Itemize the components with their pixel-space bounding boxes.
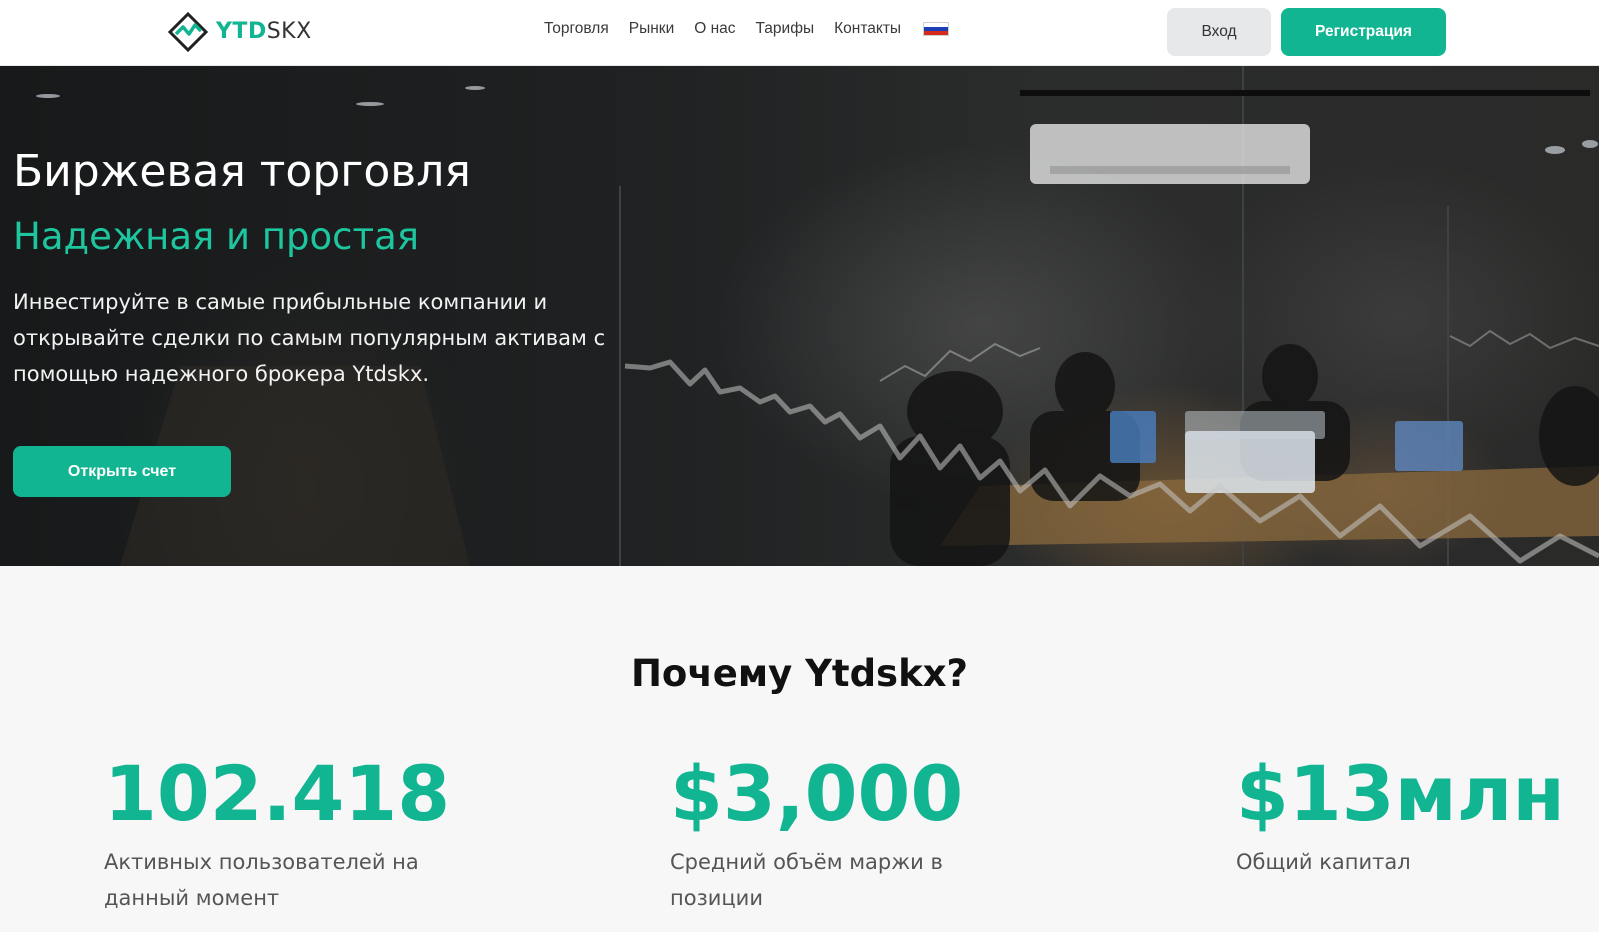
stat-value: $13млн [1236,749,1565,838]
logo-mark-icon [168,12,208,52]
why-section-title: Почему Ytdskx? [630,652,969,695]
stat-total-capital: $13млн Общий капитал [1236,752,1576,880]
hero-text-block: Биржевая торговля Надежная и простая Инв… [13,146,653,392]
stat-label: Средний объём маржи в позиции [670,850,943,910]
russia-flag-icon[interactable] [923,22,950,36]
nav-item-trading[interactable]: Торговля [544,20,609,38]
register-button[interactable]: Регистрация [1281,8,1446,56]
stat-average-margin: $3,000 Средний объём маржи в позиции [670,752,1070,916]
main-nav: Торговля Рынки О нас Тарифы Контакты [544,20,950,38]
stat-value: 102.418 [104,749,451,838]
login-button[interactable]: Вход [1167,8,1271,56]
brand-name: YTDSKX [216,19,312,44]
header: YTDSKX Торговля Рынки О нас Тарифы Конта… [0,0,1599,66]
hero-title: Биржевая торговля [13,146,471,197]
brand-logo[interactable]: YTDSKX [168,10,312,54]
hero-description: Инвестируйте в самые прибыльные компании… [13,290,606,386]
stat-active-users: 102.418 Активных пользователей на данный… [104,752,504,916]
stat-label: Активных пользователей на данный момент [104,850,419,910]
hero-subtitle: Надежная и простая [13,215,420,258]
stat-value: $3,000 [670,749,964,838]
stat-label: Общий капитал [1236,850,1411,874]
hero-section: Биржевая торговля Надежная и простая Инв… [0,66,1599,566]
nav-item-markets[interactable]: Рынки [629,20,674,38]
nav-item-pricing[interactable]: Тарифы [756,20,815,38]
open-account-button[interactable]: Открыть счет [13,446,231,497]
nav-item-about[interactable]: О нас [694,20,735,38]
nav-item-contacts[interactable]: Контакты [834,20,901,38]
